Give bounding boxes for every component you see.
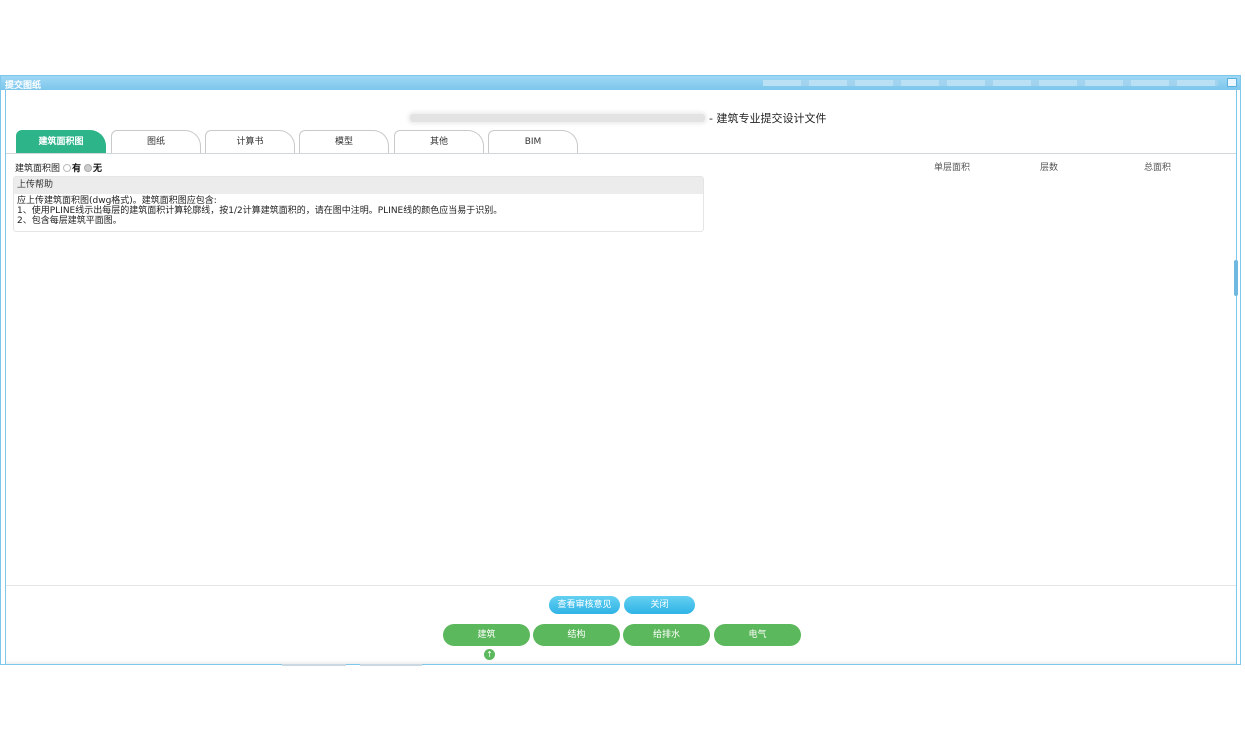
upload-help-box: 上传帮助 应上传建筑面积图(dwg格式)。建筑面积图应包含: 1、使用PLINE…: [13, 176, 704, 232]
tab-other[interactable]: 其他: [394, 130, 484, 153]
submit-drawings-window: 提交图纸 □ - 建筑专业提交设计文件 建筑面积图 图纸 计算书 模型 其他 B…: [0, 75, 1241, 665]
tab-model[interactable]: 模型: [299, 130, 389, 153]
content-panel: - 建筑专业提交设计文件 建筑面积图 图纸 计算书 模型 其他 BIM 建筑面积…: [5, 90, 1238, 664]
toolbar-icons-blurred: [763, 80, 1218, 86]
view-opinions-button[interactable]: 查看审核意见: [549, 596, 620, 614]
arrow-up-icon: ↑: [484, 649, 495, 660]
help-line: 2、包含每层建筑平面图。: [17, 216, 122, 226]
window-titlebar[interactable]: 提交图纸 □: [1, 76, 1240, 91]
tab-divider: [6, 153, 1236, 154]
discipline-architecture-button[interactable]: 建筑: [443, 624, 530, 646]
radio-yes[interactable]: [63, 163, 72, 172]
scrollbar-handle[interactable]: [1234, 260, 1238, 296]
page-title: - 建筑专业提交设计文件: [410, 111, 826, 125]
tab-area-drawing[interactable]: 建筑面积图: [16, 130, 106, 153]
upload-help-title: 上传帮助: [14, 177, 703, 194]
footer-actions: 查看审核意见 关闭 建筑 结构 给排水 电气 ↑: [6, 585, 1236, 664]
tab-calculations[interactable]: 计算书: [205, 130, 295, 153]
column-floors: 层数: [1040, 163, 1059, 173]
background-taskbar-tabs: [282, 664, 422, 666]
radio-no[interactable]: [84, 163, 93, 172]
discipline-plumbing-button[interactable]: 给排水: [623, 624, 710, 646]
help-line: 1、使用PLINE线示出每层的建筑面积计算轮廓线，按1/2计算建筑面积的，请在图…: [17, 206, 503, 216]
help-line: 应上传建筑面积图(dwg格式)。建筑面积图应包含:: [17, 196, 217, 206]
area-drawing-radio-group: 建筑面积图 有 无: [15, 161, 102, 174]
upload-help-body: 应上传建筑面积图(dwg格式)。建筑面积图应包含: 1、使用PLINE线示出每层…: [14, 194, 703, 228]
blurred-project-name: [410, 114, 705, 122]
radio-no-label[interactable]: 无: [93, 161, 102, 174]
close-button[interactable]: 关闭: [624, 596, 695, 614]
discipline-structure-button[interactable]: 结构: [533, 624, 620, 646]
page-title-text: - 建筑专业提交设计文件: [709, 112, 827, 125]
column-total-area: 总面积: [1144, 163, 1172, 173]
column-floor-area: 单层面积: [934, 163, 971, 173]
tab-drawings[interactable]: 图纸: [111, 130, 201, 153]
radio-yes-label[interactable]: 有: [72, 161, 81, 174]
tab-bim[interactable]: BIM: [488, 130, 578, 153]
area-drawing-label: 建筑面积图: [15, 164, 61, 174]
discipline-electrical-button[interactable]: 电气: [714, 624, 801, 646]
maximize-icon[interactable]: □: [1227, 78, 1237, 87]
